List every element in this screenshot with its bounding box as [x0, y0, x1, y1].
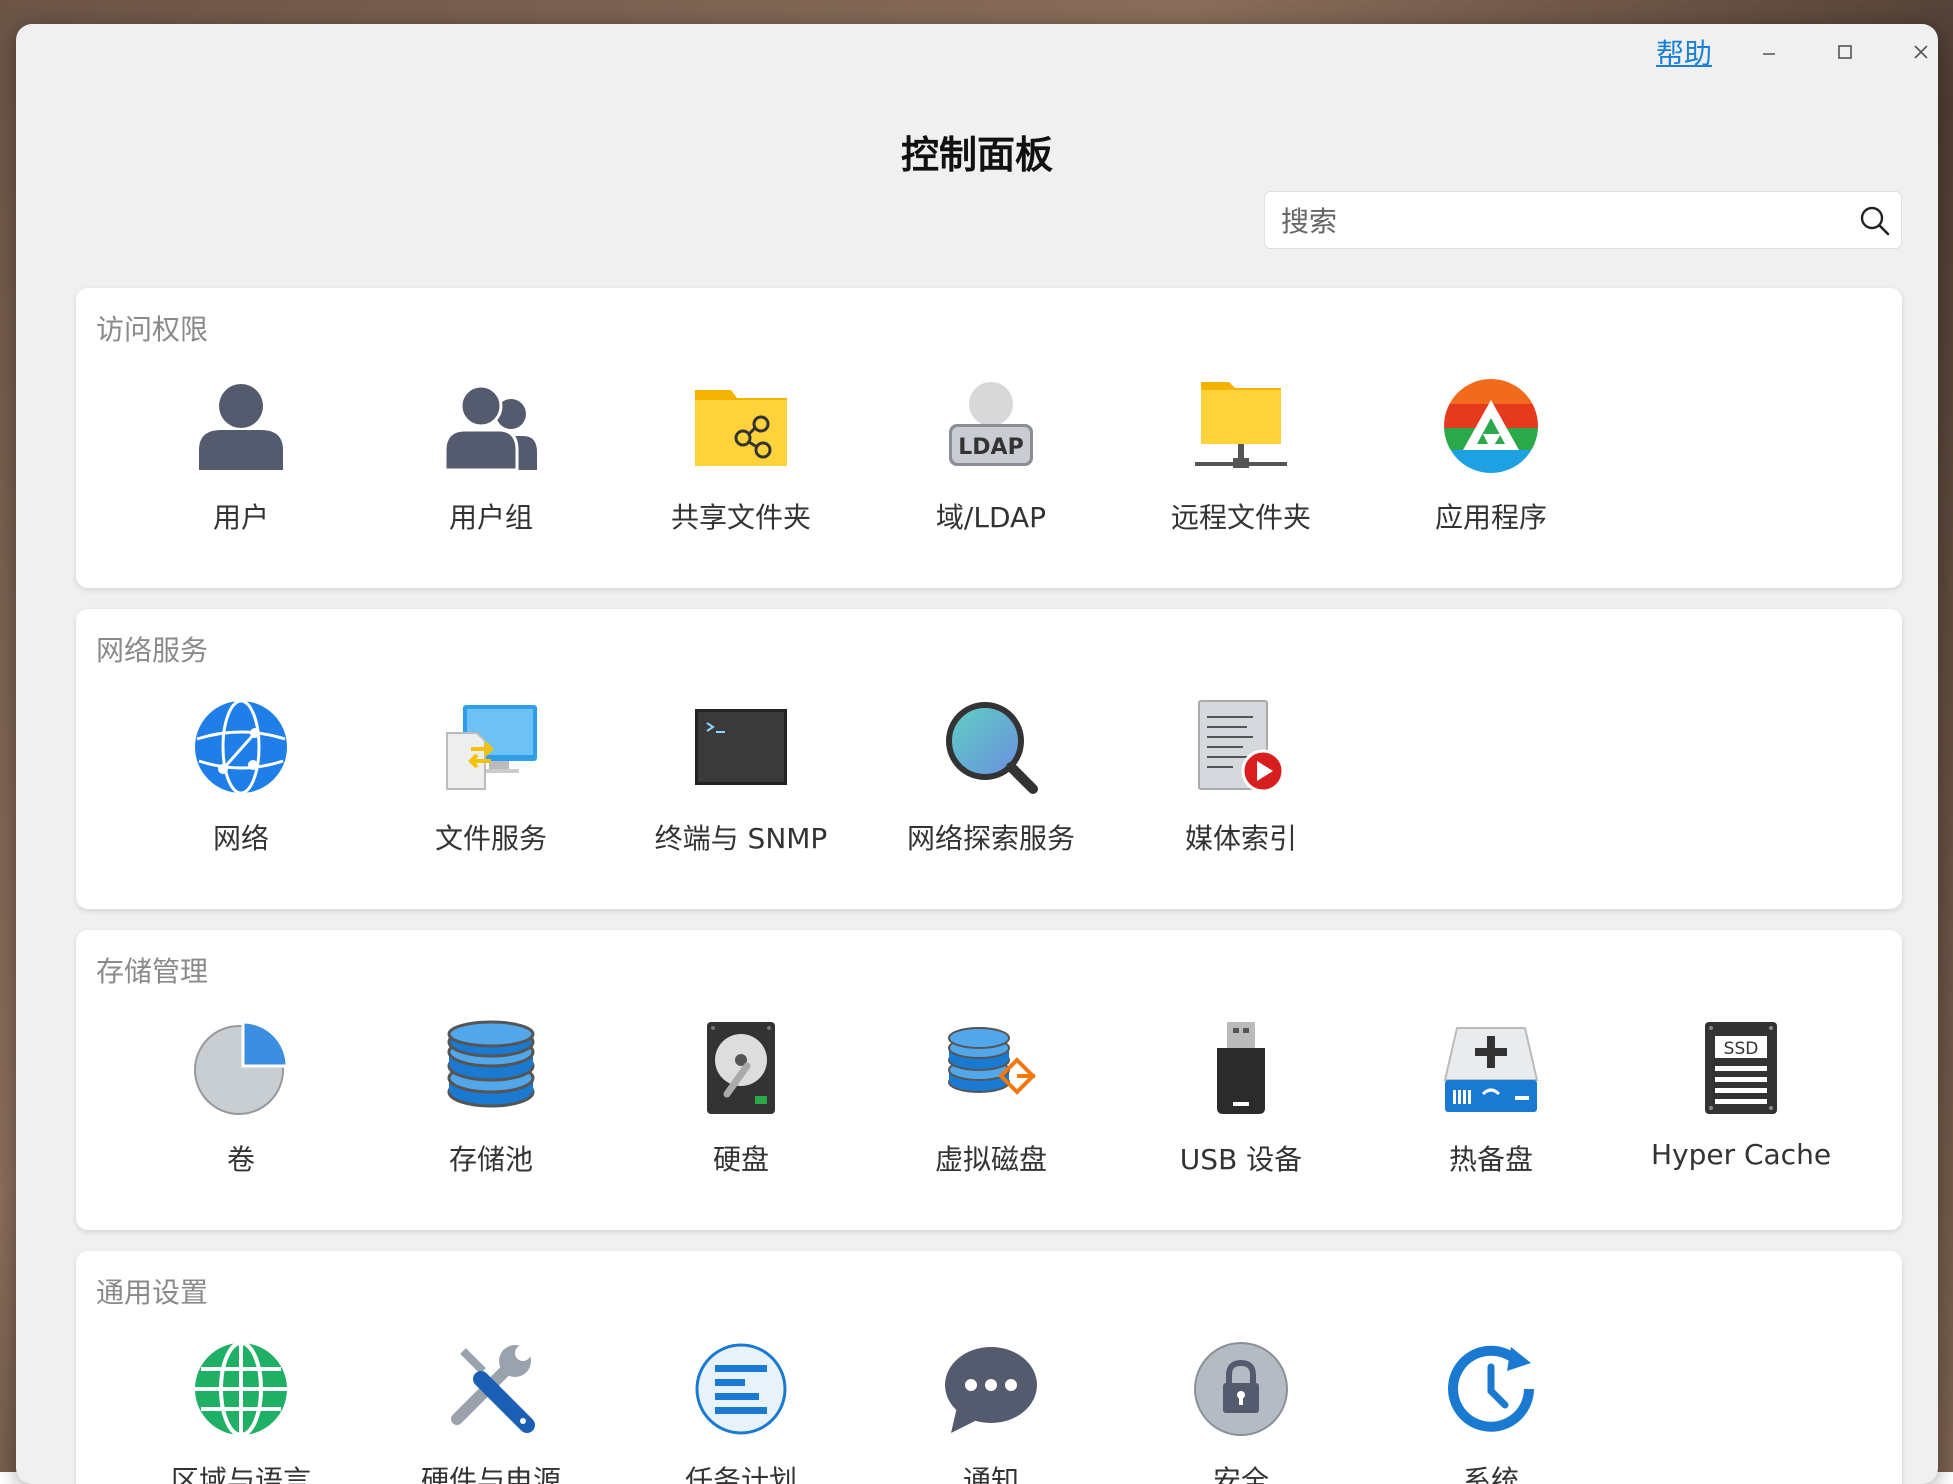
item-label: 终端与 SNMP: [616, 817, 866, 857]
section-title: 网络服务: [96, 629, 208, 669]
item-shared-folder[interactable]: 共享文件夹: [616, 378, 866, 568]
application-icon: [1443, 378, 1539, 474]
item-network-discovery[interactable]: 网络探索服务: [866, 699, 1116, 889]
item-file-service[interactable]: 文件服务: [366, 699, 616, 889]
item-label: 文件服务: [366, 817, 616, 857]
item-label: 远程文件夹: [1116, 496, 1366, 536]
user-group-icon: [443, 378, 539, 474]
chat-bubble-icon: [943, 1341, 1039, 1437]
lock-icon: [1193, 1341, 1289, 1437]
item-label: 热备盘: [1366, 1138, 1616, 1178]
search-box: [1264, 191, 1902, 249]
item-hyper-cache[interactable]: SSD Hyper Cache: [1616, 1020, 1866, 1210]
item-label: 卷: [116, 1138, 366, 1178]
section-access-rights: 访问权限 用户 用户组 共享文件夹: [76, 288, 1902, 588]
remote-folder-icon: [1193, 378, 1289, 474]
region-globe-icon: [193, 1341, 289, 1437]
svg-text:LDAP: LDAP: [958, 435, 1023, 460]
item-hot-spare[interactable]: 热备盘: [1366, 1020, 1616, 1210]
item-label: 应用程序: [1366, 496, 1616, 536]
section-general-settings: 通用设置 区域与语言 硬件与电源 任务计划: [76, 1251, 1902, 1484]
item-label: 用户组: [366, 496, 616, 536]
item-network[interactable]: 网络: [116, 699, 366, 889]
maximize-icon: [1822, 32, 1868, 72]
user-icon: [193, 378, 289, 474]
item-label: 虚拟磁盘: [866, 1138, 1116, 1178]
item-security[interactable]: 安全: [1116, 1341, 1366, 1484]
page-title: 控制面板: [16, 124, 1938, 179]
item-ldap[interactable]: LDAP 域/LDAP: [866, 378, 1116, 568]
item-hardware-power[interactable]: 硬件与电源: [366, 1341, 616, 1484]
item-volume[interactable]: 卷: [116, 1020, 366, 1210]
item-media-index[interactable]: 媒体索引: [1116, 699, 1366, 889]
item-system[interactable]: 系统: [1366, 1341, 1616, 1484]
svg-text:SSD: SSD: [1724, 1039, 1759, 1059]
section-network-services: 网络服务 网络 文件服务 终端与 SNMP: [76, 609, 1902, 909]
hot-spare-icon: [1443, 1020, 1539, 1116]
search-icon[interactable]: [1859, 205, 1891, 241]
item-label: 硬盘: [616, 1138, 866, 1178]
section-title: 通用设置: [96, 1271, 208, 1311]
hard-disk-icon: [693, 1020, 789, 1116]
item-remote-folder[interactable]: 远程文件夹: [1116, 378, 1366, 568]
item-notification[interactable]: 通知: [866, 1341, 1116, 1484]
section-title: 访问权限: [96, 308, 208, 348]
item-label: 网络: [116, 817, 366, 857]
magnifier-icon: [943, 699, 1039, 795]
item-region-language[interactable]: 区域与语言: [116, 1341, 366, 1484]
item-label: 网络探索服务: [866, 817, 1116, 857]
help-link[interactable]: 帮助: [1656, 32, 1712, 72]
item-label: 共享文件夹: [616, 496, 866, 536]
shared-folder-icon: [693, 378, 789, 474]
item-label: 域/LDAP: [866, 496, 1116, 536]
item-storage-pool[interactable]: 存储池: [366, 1020, 616, 1210]
item-usb-device[interactable]: USB 设备: [1116, 1020, 1366, 1210]
item-application[interactable]: 应用程序: [1366, 378, 1616, 568]
item-terminal-snmp[interactable]: 终端与 SNMP: [616, 699, 866, 889]
item-label: 用户: [116, 496, 366, 536]
ldap-icon: LDAP: [943, 378, 1039, 474]
section-title: 存储管理: [96, 950, 208, 990]
item-label: 存储池: [366, 1138, 616, 1178]
terminal-icon: [693, 699, 789, 795]
minimize-button[interactable]: [1746, 32, 1792, 72]
usb-device-icon: [1193, 1020, 1289, 1116]
network-globe-icon: [193, 699, 289, 795]
close-button[interactable]: [1898, 32, 1938, 72]
close-icon: [1898, 32, 1938, 72]
ssd-cache-icon: SSD: [1693, 1020, 1789, 1116]
file-service-icon: [443, 699, 539, 795]
item-task-schedule[interactable]: 任务计划: [616, 1341, 866, 1484]
storage-pool-icon: [443, 1020, 539, 1116]
section-storage-management: 存储管理 卷 存储池 硬盘: [76, 930, 1902, 1230]
maximize-button[interactable]: [1822, 32, 1868, 72]
system-clock-icon: [1443, 1341, 1539, 1437]
virtual-disk-icon: [943, 1020, 1039, 1116]
search-input[interactable]: [1279, 200, 1843, 242]
item-user[interactable]: 用户: [116, 378, 366, 568]
item-user-group[interactable]: 用户组: [366, 378, 616, 568]
item-label: USB 设备: [1116, 1138, 1366, 1178]
item-label: 媒体索引: [1116, 817, 1366, 857]
task-schedule-icon: [693, 1341, 789, 1437]
item-label: Hyper Cache: [1616, 1138, 1866, 1171]
volume-pie-icon: [193, 1020, 289, 1116]
control-panel-window: 帮助 控制面板 访问权限 用户 用户组: [16, 24, 1938, 1484]
item-hard-disk[interactable]: 硬盘: [616, 1020, 866, 1210]
tools-icon: [443, 1341, 539, 1437]
item-virtual-disk[interactable]: 虚拟磁盘: [866, 1020, 1116, 1210]
media-index-icon: [1193, 699, 1289, 795]
minimize-icon: [1746, 32, 1792, 72]
